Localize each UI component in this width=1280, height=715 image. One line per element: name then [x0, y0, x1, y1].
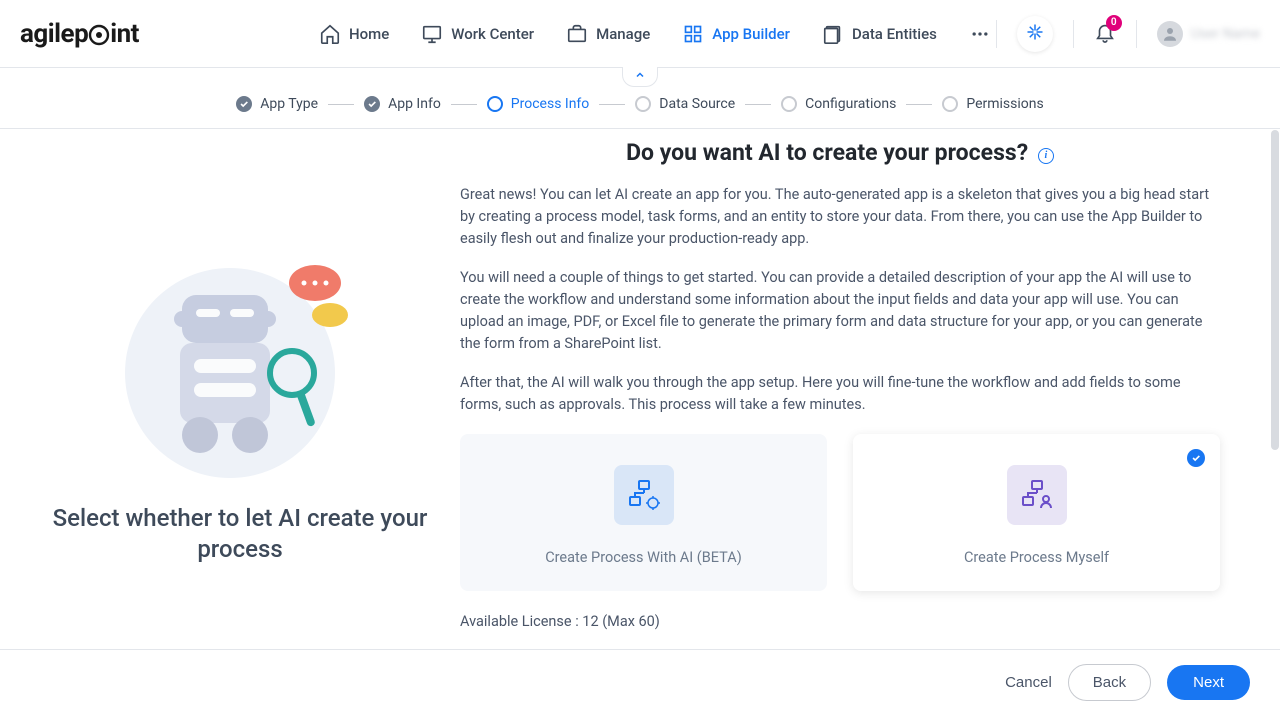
briefcase-icon — [566, 23, 588, 45]
card-create-with-ai[interactable]: Create Process With AI (BETA) — [460, 434, 827, 591]
notifications-button[interactable]: 0 — [1094, 21, 1116, 47]
card-label: Create Process Myself — [870, 549, 1203, 566]
card-create-myself[interactable]: Create Process Myself — [853, 434, 1220, 591]
step-data-source[interactable]: Data Source — [635, 96, 735, 112]
home-icon — [319, 23, 341, 45]
nav-data-entities[interactable]: Data Entities — [822, 23, 937, 45]
nav-manage[interactable]: Manage — [566, 23, 650, 45]
nav-label: Data Entities — [852, 25, 937, 43]
nav-label: App Builder — [712, 25, 790, 43]
divider — [996, 20, 997, 48]
step-connector — [328, 104, 354, 105]
step-connector — [451, 104, 477, 105]
step-app-type[interactable]: App Type — [236, 96, 318, 112]
divider — [1136, 20, 1137, 48]
bell-icon — [1094, 31, 1116, 47]
notification-badge: 0 — [1106, 15, 1122, 31]
process-self-icon — [1007, 465, 1067, 525]
username: User Name — [1191, 26, 1260, 42]
step-configurations[interactable]: Configurations — [781, 96, 896, 112]
step-connector — [906, 104, 932, 105]
circle-icon — [942, 96, 958, 112]
avatar-icon — [1157, 21, 1183, 47]
right-column: Do you want AI to create your process? i… — [460, 139, 1240, 649]
grid-icon — [682, 23, 704, 45]
main-nav: Home Work Center Manage App Builder Data… — [319, 23, 991, 45]
circle-icon — [487, 96, 503, 112]
intro-para-2: You will need a couple of things to get … — [460, 267, 1220, 354]
next-button[interactable]: Next — [1167, 665, 1250, 700]
nav-label: Work Center — [451, 25, 534, 43]
divider — [1073, 20, 1074, 48]
nav-app-builder[interactable]: App Builder — [682, 23, 790, 45]
app-switcher-button[interactable] — [1017, 16, 1053, 52]
check-icon — [364, 96, 380, 112]
process-ai-icon — [614, 465, 674, 525]
left-caption: Select whether to let AI create your pro… — [40, 503, 440, 565]
nav-label: Home — [349, 25, 389, 43]
nav-home[interactable]: Home — [319, 23, 389, 45]
circle-icon — [635, 96, 651, 112]
back-button[interactable]: Back — [1068, 664, 1151, 701]
robot-illustration — [120, 223, 360, 483]
nav-label: Manage — [596, 25, 650, 43]
circle-icon — [781, 96, 797, 112]
logo: agilepint — [20, 19, 139, 49]
nav-more[interactable] — [969, 23, 991, 45]
wizard-stepper: App Type App Info Process Info Data Sour… — [0, 88, 1280, 129]
chevron-up-icon — [634, 69, 646, 85]
cancel-button[interactable]: Cancel — [1005, 674, 1052, 691]
intro-para-3: After that, the AI will walk you through… — [460, 372, 1220, 416]
main-content: Select whether to let AI create your pro… — [0, 129, 1280, 649]
step-app-info[interactable]: App Info — [364, 96, 441, 112]
step-permissions[interactable]: Permissions — [942, 96, 1043, 112]
header-right: 0 User Name — [996, 16, 1260, 52]
monitor-icon — [421, 23, 443, 45]
wizard-footer: Cancel Back Next — [0, 649, 1280, 715]
page-title: Do you want AI to create your process? i — [460, 139, 1220, 166]
user-menu[interactable]: User Name — [1157, 21, 1260, 47]
collapse-button[interactable] — [622, 67, 658, 87]
intro-para-1: Great news! You can let AI create an app… — [460, 184, 1220, 249]
check-icon — [236, 96, 252, 112]
entities-icon — [822, 23, 844, 45]
step-process-info[interactable]: Process Info — [487, 96, 590, 112]
nav-work-center[interactable]: Work Center — [421, 23, 534, 45]
left-column: Select whether to let AI create your pro… — [40, 139, 440, 649]
option-cards: Create Process With AI (BETA) Create Pro… — [460, 434, 1220, 591]
selected-check-icon — [1187, 449, 1205, 467]
info-icon[interactable]: i — [1038, 148, 1054, 164]
pinwheel-icon — [1026, 23, 1044, 45]
step-connector — [745, 104, 771, 105]
collapse-header — [0, 67, 1280, 87]
top-header: agilepint Home Work Center Manage App Bu… — [0, 0, 1280, 68]
license-line: Available License : 12 (Max 60) — [460, 613, 1220, 630]
step-connector — [599, 104, 625, 105]
scrollbar[interactable] — [1271, 130, 1279, 450]
more-icon — [969, 23, 991, 45]
card-label: Create Process With AI (BETA) — [477, 549, 810, 566]
